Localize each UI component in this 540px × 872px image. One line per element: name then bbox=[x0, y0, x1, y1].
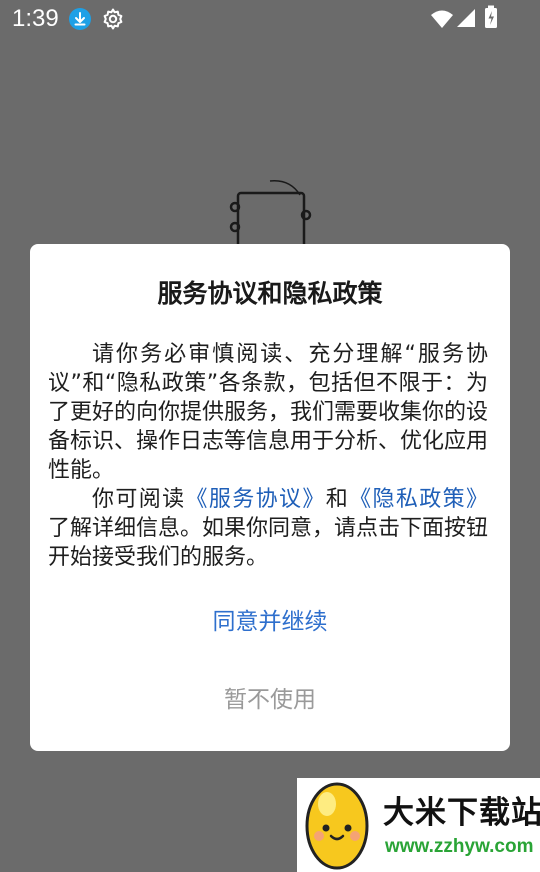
agree-continue-button[interactable]: 同意并继续 bbox=[160, 602, 380, 642]
paragraph-2-prefix: 你可阅读 bbox=[92, 487, 186, 512]
decline-button[interactable]: 暂不使用 bbox=[170, 680, 370, 720]
watermark-site-url: www.zzhyw.com bbox=[385, 836, 534, 857]
paragraph-2-suffix: 了解详细信息。如果你同意，请点击下面按钮开始接受我们的服务。 bbox=[48, 516, 489, 570]
status-bar: 1:39 bbox=[0, 0, 540, 38]
status-time: 1:39 bbox=[12, 5, 59, 32]
dialog-title: 服务协议和隐私政策 bbox=[157, 279, 383, 308]
download-icon bbox=[69, 8, 91, 30]
site-watermark: 大米下载站 www.zzhyw.com bbox=[297, 778, 540, 872]
battery-icon bbox=[485, 5, 497, 28]
wifi-icon bbox=[431, 10, 453, 28]
privacy-policy-link[interactable]: 《隐私政策》 bbox=[349, 487, 488, 512]
rice-mascot-logo bbox=[305, 782, 369, 870]
watermark-site-name: 大米下载站 bbox=[383, 795, 540, 831]
dialog-paragraph-1: 请你务必审慎阅读、充分理解“服务协议”和“隐私政策”各条款，包括但不限于：为了更… bbox=[48, 342, 489, 483]
service-agreement-link[interactable]: 《服务协议》 bbox=[186, 487, 326, 512]
dialog-body: 请你务必审慎阅读、充分理解“服务协议”和“隐私政策”各条款，包括但不限于：为了更… bbox=[48, 340, 488, 572]
dialog-paragraph-2: 你可阅读《服务协议》和《隐私政策》了解详细信息。如果你同意，请点击下面按钮开始接… bbox=[48, 485, 488, 572]
signal-icon bbox=[457, 9, 475, 27]
paragraph-2-and: 和 bbox=[325, 487, 350, 512]
background-illustration bbox=[229, 180, 312, 250]
gear-icon bbox=[103, 8, 123, 30]
